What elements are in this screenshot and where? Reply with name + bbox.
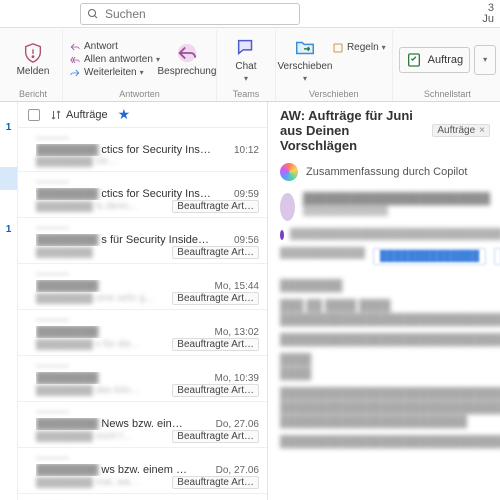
- search-icon: [87, 8, 99, 20]
- recipient-icon: [280, 230, 284, 240]
- assign-icon: [406, 52, 422, 68]
- search-box[interactable]: [80, 3, 300, 25]
- message-subject: ████████ ws bzw. einem …: [36, 464, 210, 476]
- message-category[interactable]: Beauftragte Art…: [172, 384, 259, 397]
- folder-nav: 1 1: [0, 102, 18, 500]
- message-item[interactable]: ———████████ s für Security Inside… 09:56 █…: [18, 218, 267, 264]
- sender-avatar: [280, 193, 295, 221]
- message-time: Mo, 10:39: [215, 373, 259, 384]
- sender-info: ████████████████████████ ████████████: [303, 193, 490, 216]
- nav-folder-badge[interactable]: 1: [6, 122, 12, 133]
- message-time: Do, 27.06: [216, 465, 259, 476]
- message-category[interactable]: Beauftragte Art…: [172, 476, 259, 489]
- message-preview: ████████ Dir…: [36, 156, 259, 167]
- message-subject: ████████: [36, 372, 209, 384]
- select-all-checkbox[interactable]: [28, 109, 40, 121]
- copilot-summary-button[interactable]: Zusammenfassung durch Copilot: [280, 153, 490, 189]
- message-time: Do, 27.06: [216, 419, 259, 430]
- search-input[interactable]: [105, 7, 293, 21]
- reply-all-button[interactable]: Allen antworten▾: [69, 54, 160, 65]
- message-preview: ████████ eine sehr g…: [36, 293, 172, 304]
- message-item[interactable]: ———████████ ws bzw. einem … Do, 27.06 ████…: [18, 448, 267, 494]
- message-sender: ———: [36, 222, 259, 234]
- group-label: Bericht: [19, 89, 47, 101]
- recipient-row: ██████████████████████████████: [280, 227, 490, 248]
- message-category[interactable]: Beauftragte Art…: [172, 200, 259, 213]
- message-subject: ████████: [36, 280, 209, 292]
- message-time: Mo, 13:02: [215, 327, 259, 338]
- quick-action[interactable]: ██████████████: [373, 248, 486, 265]
- message-subject: ████████: [36, 326, 209, 338]
- message-preview: ████████: [36, 247, 172, 258]
- message-preview: ████████ mal, wa…: [36, 477, 172, 488]
- meeting-icon: [176, 42, 198, 64]
- message-sender: ———: [36, 360, 259, 372]
- category-chip[interactable]: Aufträge×: [432, 124, 490, 137]
- header-date: 3 Ju: [482, 3, 494, 25]
- message-body: ████████ ███ ██ ████ ████ ██████████████…: [280, 273, 490, 455]
- message-item[interactable]: ———████████ Mo, 10:39 ████████ das kön…Be…: [18, 356, 267, 402]
- message-time: 10:12: [234, 145, 259, 156]
- report-button[interactable]: Melden: [10, 33, 56, 87]
- message-item[interactable]: ———████████ ctics for Security Ins… 10:12…: [18, 128, 267, 172]
- message-sender: ———: [36, 268, 259, 280]
- message-item[interactable]: ———████████ Mo, 15:44 ████████ eine sehr …: [18, 264, 267, 310]
- shield-icon: [22, 42, 44, 64]
- rules-button[interactable]: Regeln▾: [332, 42, 386, 54]
- message-sender: ———: [36, 132, 259, 144]
- message-category[interactable]: Beauftragte Art…: [172, 338, 259, 351]
- message-sender: ———: [36, 452, 259, 464]
- message-preview: ████████ das kön…: [36, 385, 172, 396]
- message-subject: ████████ ctics for Security Ins…: [36, 188, 228, 200]
- message-category[interactable]: Beauftragte Art…: [172, 430, 259, 443]
- chat-button[interactable]: Chat▾: [223, 33, 269, 87]
- quick-action[interactable]: ████████: [494, 248, 500, 265]
- ribbon: Melden Bericht Antwort Allen antworten▾ …: [0, 28, 500, 102]
- chat-icon: [235, 37, 257, 59]
- assign-button[interactable]: Auftrag: [399, 47, 470, 73]
- copilot-icon: [280, 163, 298, 181]
- message-subject: ████████ News bzw. ein…: [36, 418, 210, 430]
- close-icon[interactable]: ×: [479, 125, 485, 136]
- message-item[interactable]: ———████████ ctics for Security Ins… 09:59…: [18, 172, 267, 218]
- sort-dropdown[interactable]: Aufträge: [50, 109, 108, 121]
- message-preview: ████████ ts denn…: [36, 201, 172, 212]
- nav-folder-selected[interactable]: [0, 167, 17, 190]
- message-sender: ———: [36, 176, 259, 188]
- message-subject: ████████ s für Security Inside…: [36, 234, 228, 246]
- move-button[interactable]: Verschieben▾: [282, 33, 328, 87]
- folder-move-icon: [294, 37, 316, 59]
- message-item[interactable]: ———████████ News bzw. ein… Do, 27.06 █████…: [18, 402, 267, 448]
- reading-subject: AW: Aufträge für Juni aus Deinen Vorschl…: [280, 108, 426, 153]
- message-preview: ████████ noch f…: [36, 431, 172, 442]
- favorite-icon[interactable]: ★: [118, 106, 131, 123]
- forward-button[interactable]: Weiterleiten▾: [69, 67, 160, 78]
- message-category[interactable]: Beauftragte Art…: [172, 292, 259, 305]
- meeting-button[interactable]: Besprechung: [164, 33, 210, 87]
- message-item[interactable]: ———████████ OutlookDi, 25.06████████: [18, 494, 267, 500]
- message-time: 09:59: [234, 189, 259, 200]
- message-preview: ████████ s für die…: [36, 339, 172, 350]
- message-item[interactable]: ———████████ Mo, 13:02 ████████ s für die……: [18, 310, 267, 356]
- reply-button[interactable]: Antwort: [69, 41, 160, 52]
- message-time: Mo, 15:44: [215, 281, 259, 292]
- message-time: 09:56: [234, 235, 259, 246]
- assign-dropdown[interactable]: ▾: [474, 45, 496, 75]
- nav-folder-badge[interactable]: 1: [6, 224, 12, 235]
- message-sender: ———: [36, 314, 259, 326]
- message-category[interactable]: Beauftragte Art…: [172, 246, 259, 259]
- message-sender: ———: [36, 406, 259, 418]
- message-subject: ████████ ctics for Security Ins…: [36, 144, 228, 156]
